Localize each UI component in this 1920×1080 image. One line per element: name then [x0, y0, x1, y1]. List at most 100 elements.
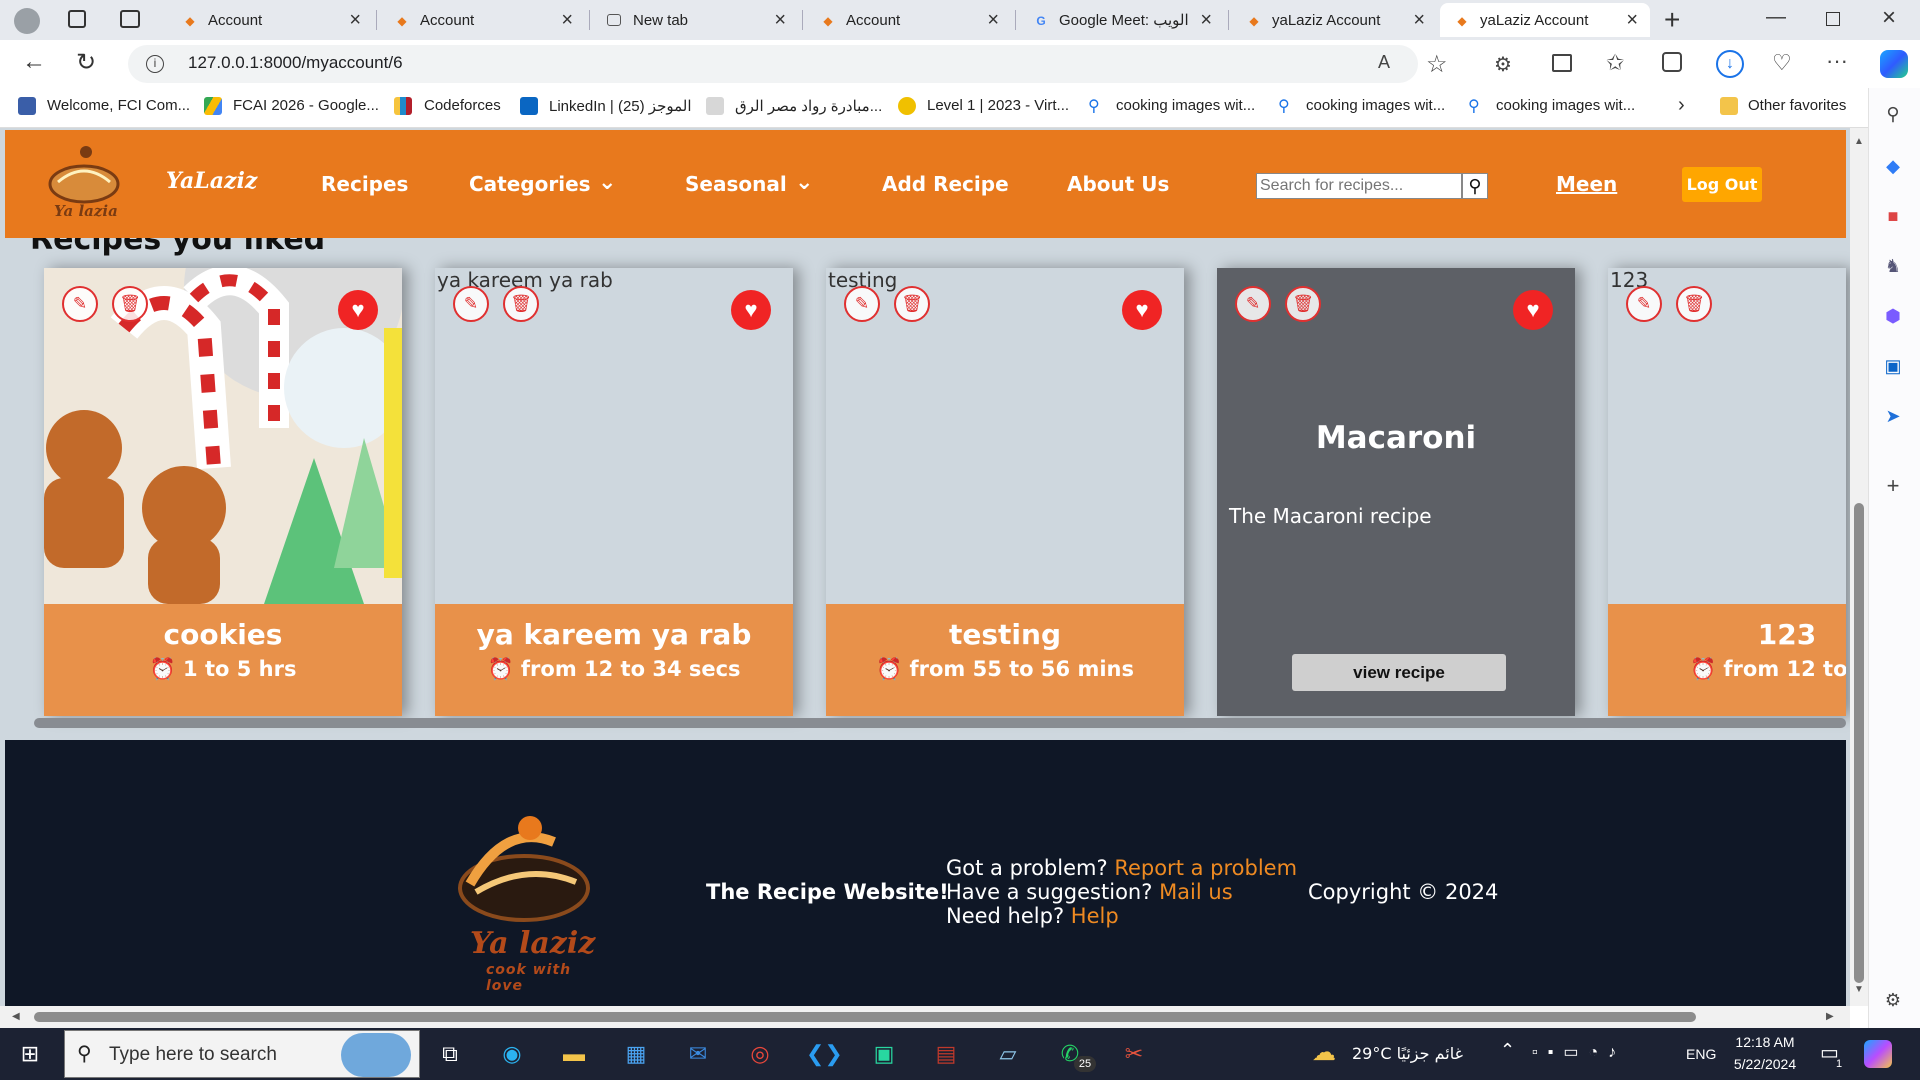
cards-scrollbar[interactable]	[34, 718, 1846, 728]
recipe-card-cookies[interactable]: ✎ 🗑 ♥ cookies ⏰ 1 to 5 hrs	[44, 268, 402, 716]
chevron-down-icon[interactable]: ⌄	[598, 170, 616, 195]
delete-trash-icon[interactable]: 🗑	[112, 286, 148, 322]
tab-account-2[interactable]: ◆ Account ×	[380, 3, 585, 37]
edit-pencil-icon[interactable]: ✎	[1235, 286, 1271, 322]
back-icon[interactable]: ←	[22, 48, 46, 76]
close-tab-icon[interactable]: ×	[987, 9, 999, 32]
windows-start-icon[interactable]: ⊞	[14, 1038, 46, 1070]
favorite-fci[interactable]: Welcome, FCI Com...	[47, 97, 190, 114]
clion-icon[interactable]: ▣	[868, 1038, 900, 1070]
nav-seasonal[interactable]: Seasonal	[685, 172, 787, 196]
clock-date[interactable]: 5/22/2024	[1726, 1056, 1804, 1072]
scrollbar-thumb[interactable]	[34, 1012, 1696, 1022]
favorite-level1[interactable]: Level 1 | 2023 - Virt...	[927, 97, 1069, 114]
snipping-tool-icon[interactable]: ✂	[1118, 1038, 1150, 1070]
scroll-left-arrow[interactable]: ◀	[12, 1011, 20, 1022]
weather-text[interactable]: 29°C غائم جزئيًا	[1352, 1044, 1463, 1063]
favorite-linkedin[interactable]: LinkedIn | (25) الموجز	[549, 97, 692, 115]
report-problem-link[interactable]: Report a problem	[1114, 856, 1297, 880]
scrollbar-thumb[interactable]	[1854, 503, 1864, 983]
favorites-icon[interactable]: ✩	[1606, 50, 1624, 76]
notepad-icon[interactable]: ▱	[992, 1038, 1024, 1070]
liked-heart-icon[interactable]: ♥	[1122, 290, 1162, 330]
profile-icon[interactable]	[14, 8, 40, 34]
favorite-codeforces[interactable]: Codeforces	[424, 97, 501, 114]
add-sidebar-icon[interactable]: +	[1881, 474, 1905, 498]
nav-add-recipe[interactable]: Add Recipe	[882, 172, 1009, 196]
tray-icons[interactable]: ▫▪▭◔♪	[1532, 1042, 1626, 1062]
close-tab-icon[interactable]: ×	[1413, 9, 1425, 32]
user-name-link[interactable]: Meen	[1556, 172, 1617, 196]
close-tab-icon[interactable]: ×	[1626, 9, 1638, 32]
vscode-icon[interactable]: ❮❯	[806, 1038, 843, 1070]
mail-icon[interactable]: ✉	[682, 1038, 714, 1070]
close-tab-icon[interactable]: ×	[561, 9, 573, 32]
chevron-right-icon[interactable]: ›	[1678, 94, 1685, 117]
tab-yalaziz-account-1[interactable]: ◆ yaLaziz Account ×	[1232, 3, 1437, 37]
workspaces-icon[interactable]	[68, 10, 86, 28]
scroll-down-arrow[interactable]: ▼	[1854, 984, 1864, 995]
restore-button[interactable]	[1826, 12, 1840, 26]
url-text[interactable]: 127.0.0.1:8000/myaccount/6	[188, 53, 403, 73]
chevron-down-icon[interactable]: ⌄	[795, 170, 813, 195]
refresh-icon[interactable]: ↻	[76, 48, 96, 77]
favorite-fcai[interactable]: FCAI 2026 - Google...	[233, 97, 379, 114]
search-icon[interactable]: ⚲	[1881, 102, 1905, 126]
minimize-button[interactable]: —	[1766, 6, 1786, 29]
tab-google-meet[interactable]: G Google Meet: الويب ×	[1019, 3, 1224, 37]
mail-us-link[interactable]: Mail us	[1159, 880, 1233, 904]
edit-pencil-icon[interactable]: ✎	[453, 286, 489, 322]
browser-essentials-icon[interactable]: ♡	[1772, 50, 1792, 76]
other-favorites[interactable]: Other favorites	[1748, 97, 1846, 114]
favorite-cooking-1[interactable]: cooking images wit...	[1116, 97, 1255, 114]
scroll-up-arrow[interactable]: ▲	[1854, 136, 1864, 147]
recipe-card-123[interactable]: 123 ✎ 🗑 123 ⏰ from 12 to 22	[1608, 268, 1846, 716]
taskbar-search-box[interactable]: ⚲ Type here to search	[64, 1030, 420, 1078]
tab-account-3[interactable]: ◆ Account ×	[806, 3, 1011, 37]
read-aloud-icon[interactable]: A	[1378, 52, 1390, 73]
favorite-star-icon[interactable]: ☆	[1426, 50, 1448, 79]
copilot-icon[interactable]	[1880, 50, 1908, 78]
page-vertical-scrollbar[interactable]: ▲ ▼	[1850, 128, 1868, 1006]
view-recipe-button[interactable]: view recipe	[1292, 654, 1506, 691]
page-horizontal-scrollbar[interactable]: ◀ ▶	[0, 1006, 1850, 1028]
site-info-icon[interactable]: i	[146, 55, 164, 73]
split-screen-icon[interactable]	[1552, 54, 1572, 72]
search-input[interactable]	[1256, 173, 1462, 199]
site-logo[interactable]: Ya lazia	[44, 140, 126, 224]
liked-heart-icon[interactable]: ♥	[1513, 290, 1553, 330]
edit-pencil-icon[interactable]: ✎	[844, 286, 880, 322]
tab-yalaziz-account-active[interactable]: ◆ yaLaziz Account ×	[1440, 3, 1650, 37]
recipe-card-ya-kareem[interactable]: ya kareem ya rab ✎ 🗑 ♥ ya kareem ya rab …	[435, 268, 793, 716]
shopping-icon[interactable]: ◆	[1881, 154, 1905, 178]
clock-time[interactable]: 12:18 AM	[1730, 1034, 1800, 1050]
delete-trash-icon[interactable]: 🗑	[503, 286, 539, 322]
collections-icon[interactable]	[1662, 52, 1682, 72]
nav-categories[interactable]: Categories	[469, 172, 591, 196]
close-window-button[interactable]: ×	[1882, 4, 1896, 32]
edit-pencil-icon[interactable]: ✎	[1626, 286, 1662, 322]
help-link[interactable]: Help	[1071, 904, 1119, 928]
file-explorer-icon[interactable]: ▬	[558, 1038, 590, 1070]
microsoft-365-icon[interactable]: ⬢	[1881, 304, 1905, 328]
close-tab-icon[interactable]: ×	[774, 9, 786, 32]
weather-icon[interactable]: ☁	[1312, 1038, 1336, 1067]
delete-trash-icon[interactable]: 🗑	[894, 286, 930, 322]
microsoft-store-icon[interactable]: ▦	[620, 1038, 652, 1070]
outlook-icon[interactable]: ▣	[1881, 354, 1905, 378]
tab-account-1[interactable]: ◆ Account ×	[168, 3, 373, 37]
favorite-cooking-2[interactable]: cooking images wit...	[1306, 97, 1445, 114]
delete-trash-icon[interactable]: 🗑	[1285, 286, 1321, 322]
favorite-rowad[interactable]: مبادرة رواد مصر الرق...	[735, 97, 882, 115]
language-indicator[interactable]: ENG	[1686, 1046, 1716, 1062]
extensions-icon[interactable]: ⚙	[1494, 52, 1512, 77]
chrome-icon[interactable]: ◎	[744, 1038, 776, 1070]
edit-pencil-icon[interactable]: ✎	[62, 286, 98, 322]
copilot-taskbar-icon[interactable]	[1864, 1040, 1892, 1068]
close-tab-icon[interactable]: ×	[1200, 9, 1212, 32]
nav-recipes[interactable]: Recipes	[321, 172, 408, 196]
tools-icon[interactable]: ■	[1881, 204, 1905, 228]
logout-button[interactable]: Log Out	[1682, 167, 1762, 202]
liked-heart-icon[interactable]: ♥	[338, 290, 378, 330]
more-menu-icon[interactable]: ···	[1826, 48, 1848, 74]
